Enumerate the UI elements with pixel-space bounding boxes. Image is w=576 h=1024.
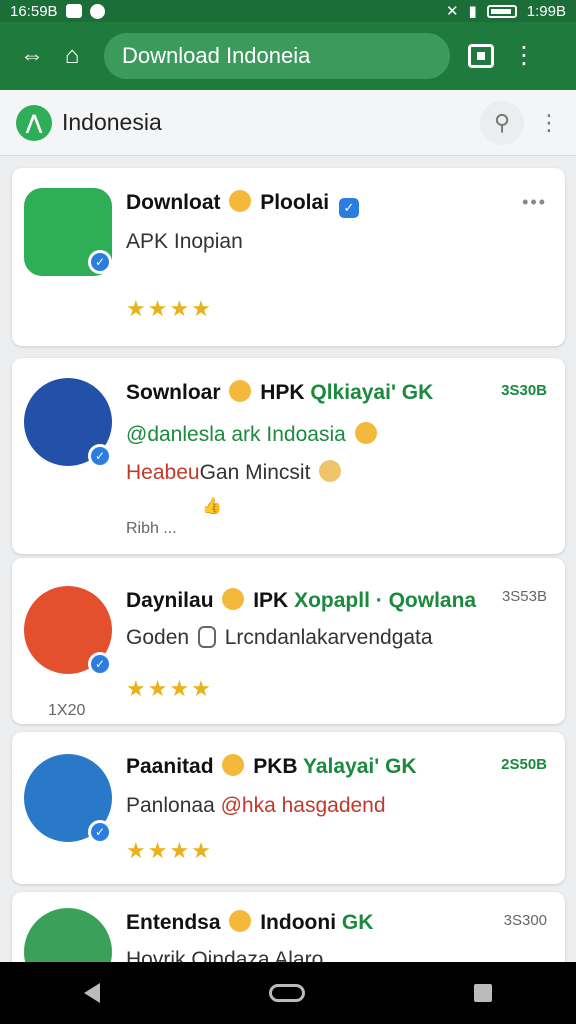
item-name-suffix: PKB [253, 755, 298, 778]
emoji-icon [229, 910, 252, 932]
item-subtitle: Goden Lrcndanlakarvendgata [126, 626, 433, 650]
status-time: 16:59B [10, 2, 58, 20]
list-item[interactable]: ✓ Sownloar HPK Qlkiayai' GK 3S30B @danle… [12, 358, 565, 554]
item-description: HeabeuGan Mincsit [126, 460, 344, 485]
item-name-suffix: Indooni [260, 911, 337, 934]
page-title: Indonesia [62, 109, 162, 135]
item-subtitle-text: Goden [126, 626, 190, 649]
item-tag: Yalayai' GK [303, 755, 417, 778]
browser-toolbar: ⇔ ⌂ Download Indoneia ⋮ [0, 22, 576, 90]
item-count: 2S50B [501, 756, 547, 773]
item-highlight: Heabeu [126, 461, 200, 484]
item-name: Downloat [126, 191, 221, 214]
item-name: Sownloar [126, 381, 221, 404]
overflow-menu-icon[interactable]: ⋮ [538, 110, 560, 136]
tabs-icon [477, 52, 485, 60]
signal-icon: ▮ [468, 3, 477, 20]
list-item[interactable]: ✓ Downloat Ploolai ✓ ••• APK Inopian ★★★… [12, 168, 565, 346]
system-nav-bar [0, 962, 576, 1024]
item-subtitle-text: Panlonaa [126, 794, 215, 817]
item-subtitle: @danlesla ark Indoasia [126, 422, 380, 447]
item-name: Paanitad [126, 755, 214, 778]
more-options-icon[interactable]: ••• [522, 192, 547, 213]
emoji-icon [222, 588, 245, 610]
item-name: Daynilau [126, 589, 214, 612]
item-tag: Qlkiayai' GK [310, 381, 434, 404]
lock-icon [197, 626, 216, 648]
list-item[interactable]: Entendsa Indooni GK 3S300 Hovrik Qindaza… [12, 892, 565, 996]
emoji-icon [229, 380, 252, 402]
browser-menu-icon[interactable]: ⋮ [512, 44, 536, 68]
status-clock: 1:99B [526, 2, 566, 20]
app-header: ⋀ Indonesia ⚲ ⋮ [0, 90, 576, 156]
home-nav-icon[interactable] [268, 984, 305, 1002]
url-bar[interactable]: Download Indoneia [104, 33, 450, 79]
verified-icon: ✓ [88, 820, 112, 844]
item-description-text: Lrcndanlakarvendgata [224, 626, 433, 649]
search-icon: ⚲ [493, 109, 511, 135]
verified-icon: ✓ [88, 250, 112, 274]
item-title: Sownloar HPK Qlkiayai' GK [126, 380, 433, 405]
item-count: 3S53B [501, 588, 547, 605]
search-button[interactable]: ⚲ [480, 100, 524, 145]
item-description-text: Gan Mincsit [199, 461, 311, 484]
rating-stars: ★★★★ [126, 296, 213, 321]
list-item[interactable]: ✓ Paanitad PKB Yalayai' GK 2S50B Panlona… [12, 732, 565, 884]
emoji-icon [319, 460, 342, 482]
verified-icon: ✓ [88, 444, 112, 468]
list-item[interactable]: ✓ Daynilau IPK Xopapll · Qowlana 3S53B G… [12, 558, 565, 724]
tabs-button[interactable] [468, 44, 494, 68]
back-nav-icon[interactable] [84, 983, 101, 1003]
item-title: Paanitad PKB Yalayai' GK [126, 754, 417, 779]
item-title: Entendsa Indooni GK [126, 910, 373, 935]
recents-nav-icon[interactable] [473, 984, 492, 1002]
item-name: Entendsa [126, 911, 221, 934]
like-icon[interactable]: 👍 [202, 496, 222, 516]
rating-stars: ★★★★ [126, 676, 213, 701]
back-icon[interactable]: ⇔ [12, 36, 52, 76]
notification-icon [65, 4, 82, 18]
item-tag: GK [341, 911, 374, 934]
battery-icon [486, 4, 517, 18]
status-bar: 16:59B ✕ ▮ 1:99B [0, 0, 576, 22]
item-count: 3S30B [501, 382, 547, 399]
item-tag: Xopapll · Qowlana [294, 589, 477, 612]
item-name-suffix: HPK [260, 381, 305, 404]
emoji-icon [222, 754, 245, 776]
notification-icon [89, 3, 105, 19]
item-count: 3S300 [503, 912, 547, 929]
item-title: Daynilau IPK Xopapll · Qowlana [126, 588, 476, 613]
item-subtitle: APK Inopian [126, 230, 243, 253]
item-name-suffix: Ploolai [260, 191, 330, 214]
rating-stars: ★★★★ [126, 838, 213, 863]
item-handle: @danlesla ark Indoasia [126, 423, 346, 446]
item-title: Downloat Ploolai ✓ [126, 190, 359, 218]
emoji-icon [354, 422, 377, 444]
item-highlight: @hka hasgadend [220, 794, 386, 817]
emoji-icon [229, 190, 252, 212]
item-meta: 1X20 [48, 702, 86, 719]
wifi-icon: ✕ [445, 3, 459, 20]
item-meta: Ribh ... [126, 520, 177, 537]
home-icon[interactable]: ⌂ [52, 36, 92, 76]
item-name-suffix: IPK [253, 589, 289, 612]
item-subtitle: Panlonaa @hka hasgadend [126, 794, 386, 818]
app-logo-icon: ⋀ [16, 104, 52, 141]
verified-icon: ✓ [88, 652, 112, 676]
verified-badge-icon: ✓ [338, 198, 359, 218]
